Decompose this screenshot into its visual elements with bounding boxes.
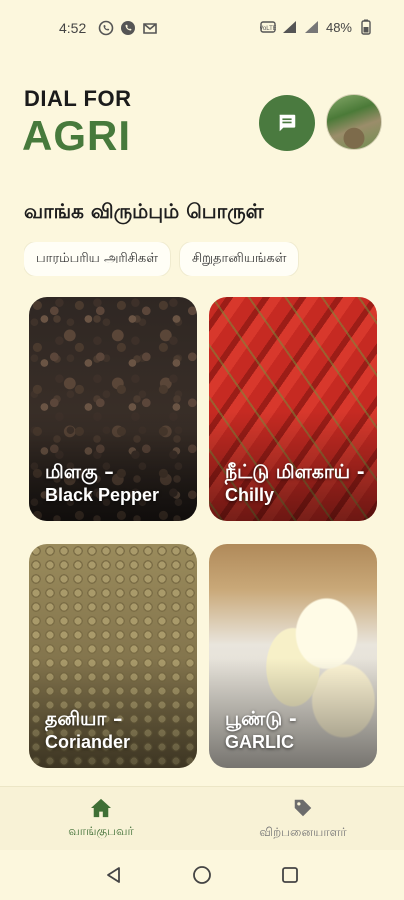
status-bar: 4:52 VoLTE 48%	[0, 0, 404, 56]
category-chips: பாரம்பரிய அரிசிகள் சிறுதானியங்கள்	[24, 242, 404, 276]
product-card-garlic[interactable]: பூண்டு - GARLIC	[209, 544, 377, 768]
recents-button[interactable]	[278, 863, 302, 887]
product-name-english: Chilly	[225, 485, 275, 505]
chip-traditional-rice[interactable]: பாரம்பரிய அரிசிகள்	[24, 242, 170, 276]
product-name-english: Coriander	[45, 732, 131, 752]
status-time: 4:52	[59, 20, 87, 36]
nav-buyer[interactable]: வாங்குபவர்	[0, 787, 202, 851]
product-name-tamil: பூண்டு -	[225, 708, 297, 730]
product-name-english: GARLIC	[225, 732, 294, 752]
bottom-navigation: வாங்குபவர் விற்பனையாளர்	[0, 786, 404, 850]
system-navigation-bar	[0, 850, 404, 900]
nav-buyer-label: வாங்குபவர்	[68, 824, 134, 838]
nav-seller-label: விற்பனையாளர்	[259, 825, 347, 839]
profile-avatar[interactable]	[326, 94, 382, 150]
product-name-tamil: நீட்டு மிளகாய் -	[225, 461, 365, 483]
section-title: வாங்க விரும்பும் பொருள்	[24, 199, 264, 223]
notification-icons	[98, 20, 158, 36]
home-button[interactable]	[190, 863, 214, 887]
whatsapp-icon	[98, 20, 114, 36]
recents-square-icon	[282, 867, 298, 883]
product-name-tamil: மிளகு –	[45, 461, 114, 483]
product-name-english: Black Pepper	[45, 485, 160, 505]
chat-icon	[279, 114, 296, 132]
back-triangle-icon	[107, 867, 120, 883]
brand-title-main: AGRI	[22, 112, 131, 159]
battery-percent: 48%	[325, 19, 352, 35]
product-name-tamil: தனியா –	[45, 708, 123, 730]
volte-icon: VoLTE	[260, 21, 276, 33]
phone-icon	[121, 21, 135, 35]
battery-icon	[361, 19, 371, 35]
product-card-chilly[interactable]: நீட்டு மிளகாய் - Chilly	[209, 297, 377, 521]
tag-icon	[294, 799, 312, 817]
home-icon	[91, 798, 111, 818]
product-card-black-pepper[interactable]: மிளகு – Black Pepper	[29, 297, 197, 521]
brand-title-top: DIAL FOR	[24, 86, 132, 111]
wifi-signal-icon	[282, 21, 296, 33]
home-circle-icon	[193, 866, 211, 884]
chip-millets[interactable]: சிறுதானியங்கள்	[179, 242, 299, 276]
chat-button[interactable]	[259, 95, 315, 151]
nav-seller[interactable]: விற்பனையாளர்	[202, 787, 404, 851]
svg-text:VoLTE: VoLTE	[260, 26, 276, 32]
gmail-icon	[143, 23, 157, 34]
system-status-icons: VoLTE 48%	[260, 19, 374, 35]
cell-signal-icon	[304, 21, 318, 33]
back-button[interactable]	[102, 863, 126, 887]
product-card-coriander[interactable]: தனியா – Coriander	[29, 544, 197, 768]
